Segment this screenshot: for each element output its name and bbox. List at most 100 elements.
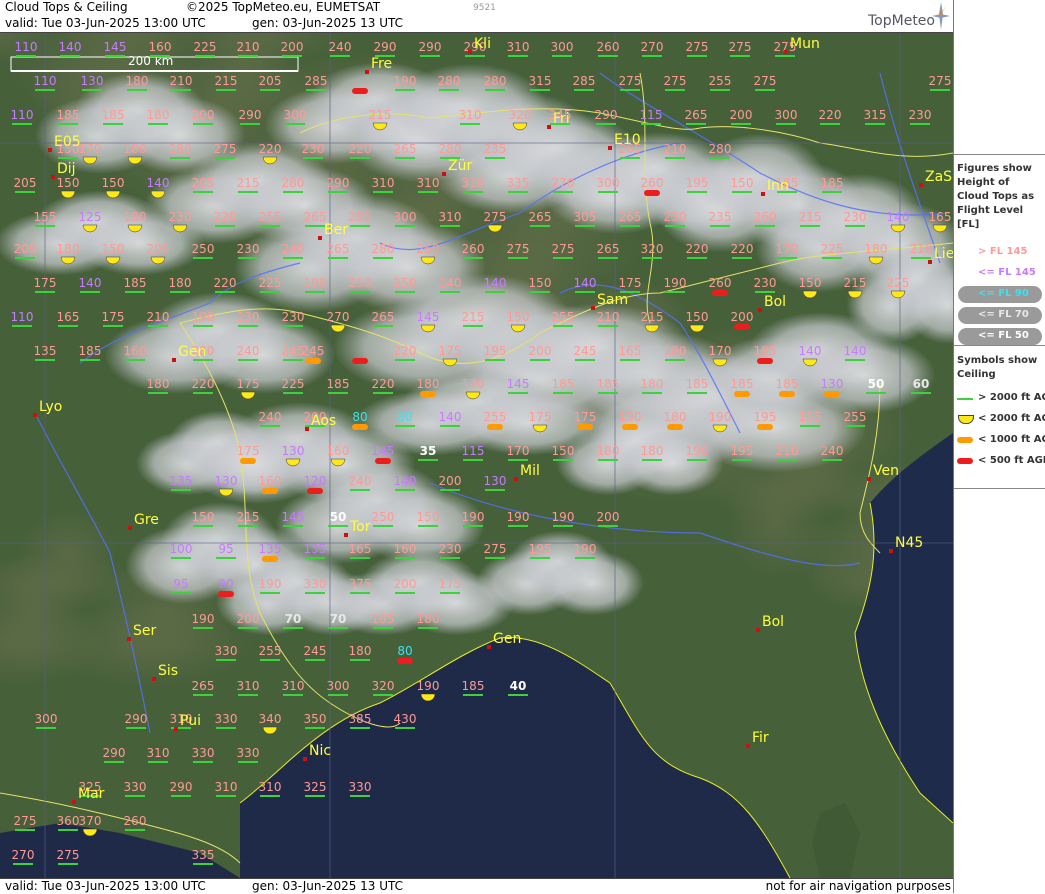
cloud-top-value: 255 xyxy=(552,310,575,324)
cloud-top-value: 300 xyxy=(597,176,620,190)
tops-marker: 110 xyxy=(11,108,33,125)
copyright-text: ©2025 TopMeteo.eu, EUMETSAT xyxy=(186,0,381,14)
city-label: Sam xyxy=(597,292,628,308)
tops-marker: 260 xyxy=(462,242,484,259)
cloud-top-value: 170 xyxy=(79,142,102,156)
tops-marker: 275 xyxy=(14,814,36,831)
cloud-top-value: 200 xyxy=(192,108,215,122)
cloud-top-value: 330 xyxy=(237,746,260,760)
ceiling-1000-symbol xyxy=(487,424,503,430)
city-dot xyxy=(784,50,788,54)
cloud-top-value: 240 xyxy=(439,276,462,290)
tops-marker: 265 xyxy=(685,108,707,125)
cloud-top-value: 225 xyxy=(821,242,844,256)
tops-marker: 230 xyxy=(282,310,304,327)
cloud-top-value: 245 xyxy=(574,344,597,358)
satellite-map[interactable]: 200 km 110 140 145 160 225 210 200 240 290 290 290… xyxy=(0,33,953,878)
generated-time: gen: 03-Jun-2025 13 UTC xyxy=(252,16,404,30)
cloud-top-value: 325 xyxy=(304,780,327,794)
cloud-top-value: 330 xyxy=(192,746,215,760)
cloud-top-value: 340 xyxy=(259,712,282,726)
cloud-top-value: 300 xyxy=(284,108,307,122)
ceiling-legend: Symbols show Ceiling > 2000 ft AGL< 2000… xyxy=(954,352,1045,472)
city-dot xyxy=(72,800,76,804)
cloud-top-value: 195 xyxy=(529,542,552,556)
cloud-top-value: 200 xyxy=(529,344,552,358)
cloud-top-value: 255 xyxy=(259,644,282,658)
tops-marker: 280 xyxy=(372,242,394,259)
tops-marker: 240 xyxy=(259,410,281,427)
cloud-top-value: 175 xyxy=(237,377,260,391)
cloud-top-value: 180 xyxy=(597,444,620,458)
tops-marker: 185 xyxy=(327,377,349,394)
city-label: Mar xyxy=(78,786,105,802)
cloud-top-value: 235 xyxy=(484,142,507,156)
cloud-top-value: 150 xyxy=(192,510,215,524)
tops-marker: 200 xyxy=(730,108,753,125)
cloud-top-value: 220 xyxy=(372,377,395,391)
cloud-top-value: 180 xyxy=(641,377,664,391)
tops-marker: 135 xyxy=(304,542,326,559)
tops-marker: 220 xyxy=(214,210,236,227)
cloud-top-value: 145 xyxy=(282,510,305,524)
tops-marker: 310 xyxy=(237,679,259,696)
cloud-top-value: 160 xyxy=(124,344,147,358)
cloud-top-value: 220 xyxy=(192,377,215,391)
cloud-top-value: 255 xyxy=(844,410,867,424)
cloud-top-value: 150 xyxy=(507,310,530,324)
tops-marker: 100 xyxy=(170,542,192,559)
tops-marker: 185 xyxy=(462,679,484,696)
tops-marker: 300 xyxy=(597,176,620,193)
cloud-top-value: 130 xyxy=(81,74,104,88)
tops-marker: 265 xyxy=(394,142,416,159)
cloud-top-value: 190 xyxy=(192,310,215,324)
city-label: Aos xyxy=(311,413,336,429)
city-dot xyxy=(758,308,762,312)
cloud-top-value: 140 xyxy=(147,176,170,190)
cloud-top-value: 110 xyxy=(34,74,57,88)
tops-marker: 140 xyxy=(79,276,101,293)
tops-marker: 185 xyxy=(686,377,708,394)
cloud-top-value: 310 xyxy=(372,176,395,190)
cloud-top-value: 125 xyxy=(79,210,102,224)
cloud-top-value: 290 xyxy=(125,712,148,726)
cloud-top-value: 320 xyxy=(372,679,395,693)
tops-marker: 230 xyxy=(844,210,866,227)
tops-marker: 200 xyxy=(14,242,36,259)
cloud-top-value: 265 xyxy=(619,210,642,224)
cloud-top-value: 275 xyxy=(214,142,237,156)
legend-divider xyxy=(954,154,1045,155)
city-label: Dij xyxy=(57,161,76,177)
cloud-top-value: 300 xyxy=(551,40,574,54)
tops-marker xyxy=(352,88,368,94)
tops-marker: 290 xyxy=(170,780,192,797)
tops-marker: 230 xyxy=(439,542,461,559)
cloud-top-value: 50 xyxy=(330,510,347,524)
cloud-top-value: 210 xyxy=(237,40,260,54)
city-dot xyxy=(344,533,348,537)
cloud-top-value: 185 xyxy=(597,377,620,391)
tops-marker: 80 xyxy=(352,410,368,430)
cloud-top-value: 290 xyxy=(419,40,442,54)
tops-marker: 175 xyxy=(619,276,641,293)
cloud-top-value: 200 xyxy=(730,108,753,122)
tops-marker: 185 xyxy=(57,108,79,125)
tops-marker: 190 xyxy=(552,510,574,527)
cloud-top-value: 150 xyxy=(529,276,552,290)
city-dot xyxy=(152,677,156,681)
cloud-top-value: 280 xyxy=(484,74,507,88)
tops-marker: 275 xyxy=(507,242,529,259)
city-dot xyxy=(51,175,55,179)
cloud-top-value: 220 xyxy=(394,344,417,358)
tops-marker: 245 xyxy=(574,344,597,361)
tops-marker: 255 xyxy=(259,210,281,227)
cloud-top-value: 210 xyxy=(597,310,620,324)
city-dot xyxy=(127,637,131,641)
tops-legend-rows: > FL 145 <= FL 145 <= FL 90 <= FL 70 <= FL 5… xyxy=(954,242,1045,347)
map-title: Cloud Tops & Ceiling xyxy=(5,0,128,14)
cloud-top-value: 120 xyxy=(304,474,327,488)
tops-marker: 230 xyxy=(754,276,776,293)
cloud-top-value: 330 xyxy=(215,644,238,658)
city-dot xyxy=(756,628,760,632)
cloud-top-value: 185 xyxy=(754,344,777,358)
